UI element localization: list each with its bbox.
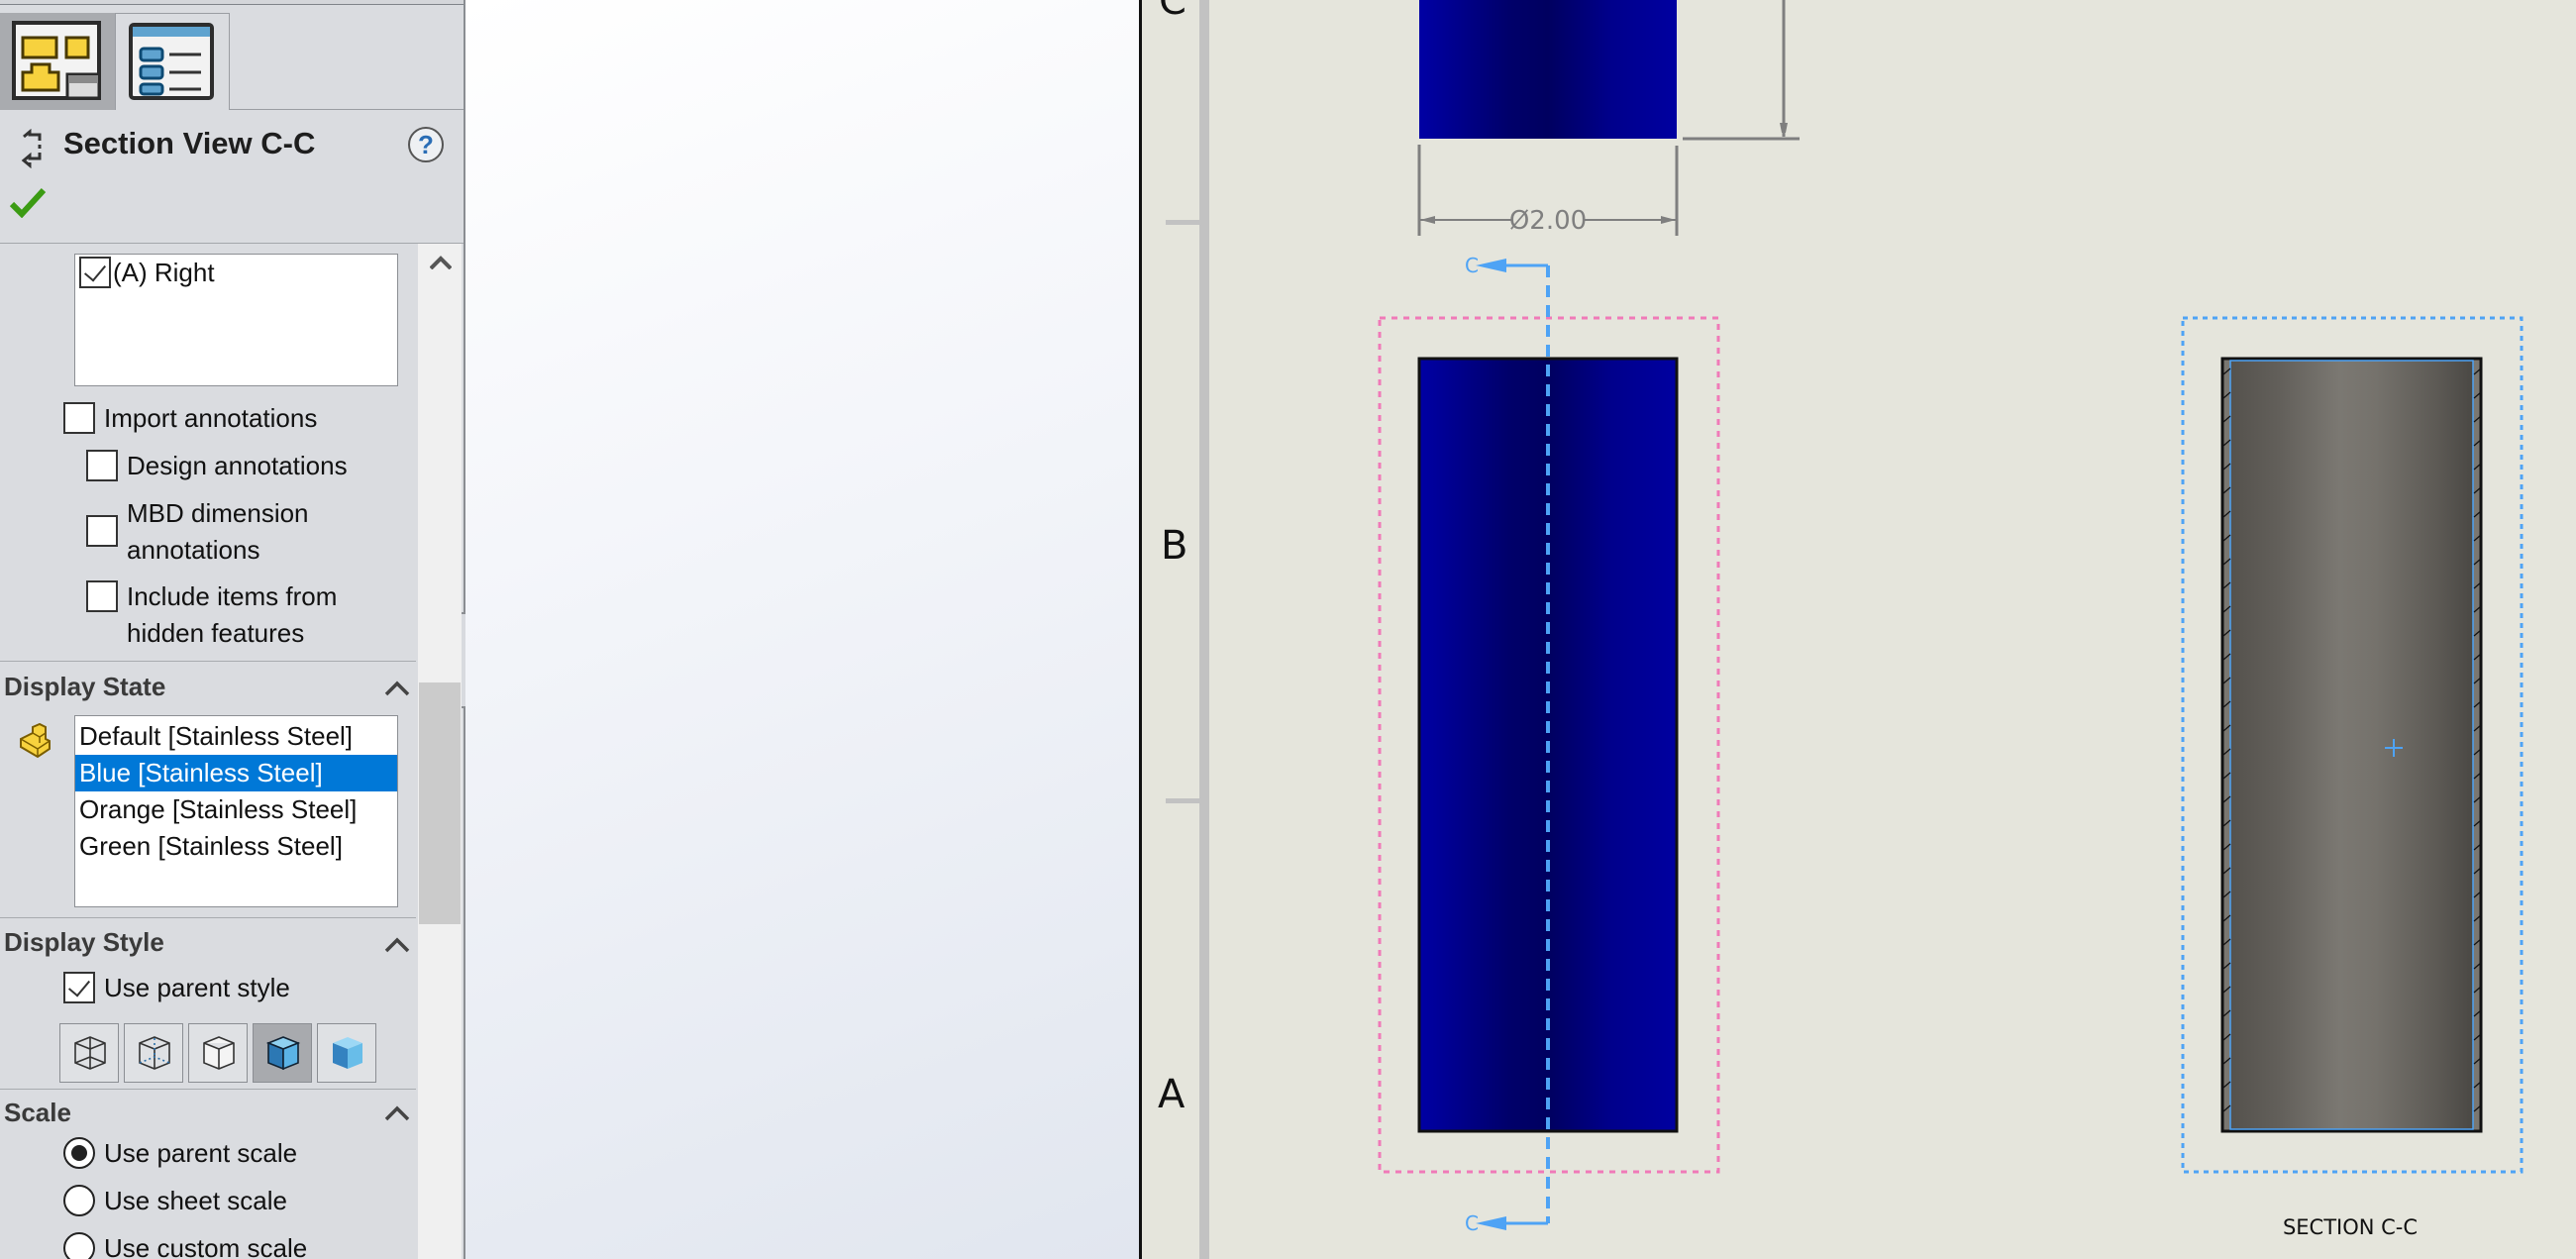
use-sheet-scale-option[interactable]: Use sheet scale (63, 1183, 287, 1219)
section-letter-bottom: C (1465, 1211, 1479, 1235)
include-hidden-features-checkbox[interactable] (86, 580, 118, 612)
property-manager-panel: Section View C-C ? (A) Right Import anno… (0, 0, 465, 1259)
section-letter-top: C (1465, 254, 1479, 277)
zone-border-line (1199, 0, 1209, 1259)
property-manager-header: Section View C-C ? (0, 111, 464, 184)
panel-top-border (0, 0, 464, 5)
view-checkbox[interactable] (79, 256, 111, 288)
tab-feature-manager[interactable] (0, 13, 115, 110)
scrollbar-thumb[interactable] (419, 682, 461, 924)
graphics-area-background (465, 0, 1140, 1259)
checkbox-label: Design annotations (127, 451, 348, 480)
scale-heading: Scale (4, 1098, 71, 1127)
property-manager-content: (A) Right Import annotations Design anno… (0, 244, 416, 1259)
hidden-lines-visible-icon (139, 1036, 170, 1070)
shaded-with-edges-button[interactable] (253, 1023, 312, 1083)
use-custom-scale-radio[interactable] (63, 1232, 95, 1259)
hidden-lines-removed-button[interactable] (188, 1023, 248, 1083)
design-annotations-option[interactable]: Design annotations (86, 448, 348, 484)
radio-label: Use parent scale (104, 1138, 298, 1168)
drawing-sheet[interactable]: Ø2.00 C C SECTION C-C C B A (1139, 0, 2576, 1259)
list-item[interactable]: Orange [Stainless Steel] (75, 791, 397, 828)
checkbox-label: Use parent style (104, 973, 290, 1002)
hidden-lines-removed-icon (203, 1036, 235, 1070)
page-title: Section View C-C (63, 126, 316, 160)
divider (0, 917, 416, 918)
import-annotations-option[interactable]: Import annotations (63, 400, 317, 437)
dimension-arrow-icon (1420, 216, 1435, 224)
divider (0, 1089, 416, 1090)
dimension-arrow-icon (1661, 216, 1676, 224)
list-item[interactable]: Green [Stainless Steel] (75, 828, 397, 865)
radio-label: Use custom scale (104, 1233, 308, 1259)
list-item-selected[interactable]: Blue [Stainless Steel] (75, 755, 397, 791)
list-item[interactable]: Default [Stainless Steel] (75, 718, 397, 755)
include-hidden-features-option[interactable]: Include items from hidden features (86, 578, 337, 652)
zone-letter-c: C (1159, 0, 1186, 24)
list-item[interactable]: (A) Right (75, 255, 397, 291)
zone-letter-b: B (1161, 523, 1188, 569)
hidden-lines-visible-button[interactable] (124, 1023, 183, 1083)
views-listbox[interactable]: (A) Right (74, 254, 398, 386)
display-state-icon (20, 723, 51, 759)
scroll-up-chevron-icon[interactable] (430, 256, 452, 269)
zone-letter-a: A (1158, 1072, 1185, 1117)
collapse-display-state-chevron-icon[interactable] (384, 681, 410, 696)
divider (0, 661, 416, 662)
help-button[interactable]: ? (408, 127, 444, 162)
shaded-with-edges-icon (265, 1036, 301, 1071)
display-style-buttons (59, 1023, 376, 1083)
tab-strip-border (230, 109, 464, 110)
zone-tick (1166, 220, 1199, 225)
section-arrow-icon (1476, 1216, 1506, 1230)
use-sheet-scale-radio[interactable] (63, 1185, 95, 1216)
display-style-heading: Display Style (4, 927, 164, 957)
feature-manager-icon (12, 21, 101, 100)
wireframe-button[interactable] (59, 1023, 119, 1083)
display-state-listbox[interactable]: Default [Stainless Steel] Blue [Stainles… (74, 715, 398, 907)
collapse-display-style-chevron-icon[interactable] (384, 937, 410, 953)
section-view-icon (21, 129, 42, 168)
section-view-interior (2229, 360, 2474, 1130)
use-parent-style-option[interactable]: Use parent style (63, 970, 290, 1006)
use-parent-style-checkbox[interactable] (63, 972, 95, 1003)
tab-property-manager[interactable] (115, 13, 230, 110)
collapse-scale-chevron-icon[interactable] (384, 1105, 410, 1121)
use-custom-scale-option[interactable]: Use custom scale (63, 1230, 307, 1259)
design-annotations-checkbox[interactable] (86, 450, 118, 481)
mbd-dimension-annotations-option[interactable]: MBD dimension annotations (86, 495, 309, 569)
checkbox-label: Import annotations (104, 403, 318, 433)
shaded-button[interactable] (317, 1023, 376, 1083)
checkbox-label: Include items from hidden features (127, 581, 338, 648)
drawing-canvas: Ø2.00 C C SECTION C-C (1166, 0, 2524, 1259)
list-item-label: (A) Right (113, 258, 215, 287)
checkmark-icon (10, 187, 46, 218)
radio-label: Use sheet scale (104, 1186, 287, 1215)
section-view-label: SECTION C-C (2283, 1215, 2418, 1239)
display-state-heading: Display State (4, 672, 166, 701)
section-arrow-icon (1476, 259, 1506, 272)
use-parent-scale-option[interactable]: Use parent scale (63, 1135, 297, 1172)
wireframe-icon (74, 1036, 106, 1070)
mbd-dimension-annotations-checkbox[interactable] (86, 515, 118, 547)
property-manager-icon (129, 23, 214, 100)
import-annotations-checkbox[interactable] (63, 402, 95, 434)
checkbox-label: MBD dimension annotations (127, 498, 309, 565)
diameter-dimension-label[interactable]: Ø2.00 (1509, 206, 1587, 236)
use-parent-scale-radio[interactable] (63, 1137, 95, 1169)
zone-tick (1166, 798, 1199, 803)
dimension-arrow-icon (1780, 123, 1788, 133)
panel-scrollbar[interactable] (418, 244, 462, 1259)
ok-button[interactable] (10, 186, 46, 218)
shaded-icon (333, 1037, 362, 1069)
front-view-part[interactable] (1419, 0, 1677, 139)
